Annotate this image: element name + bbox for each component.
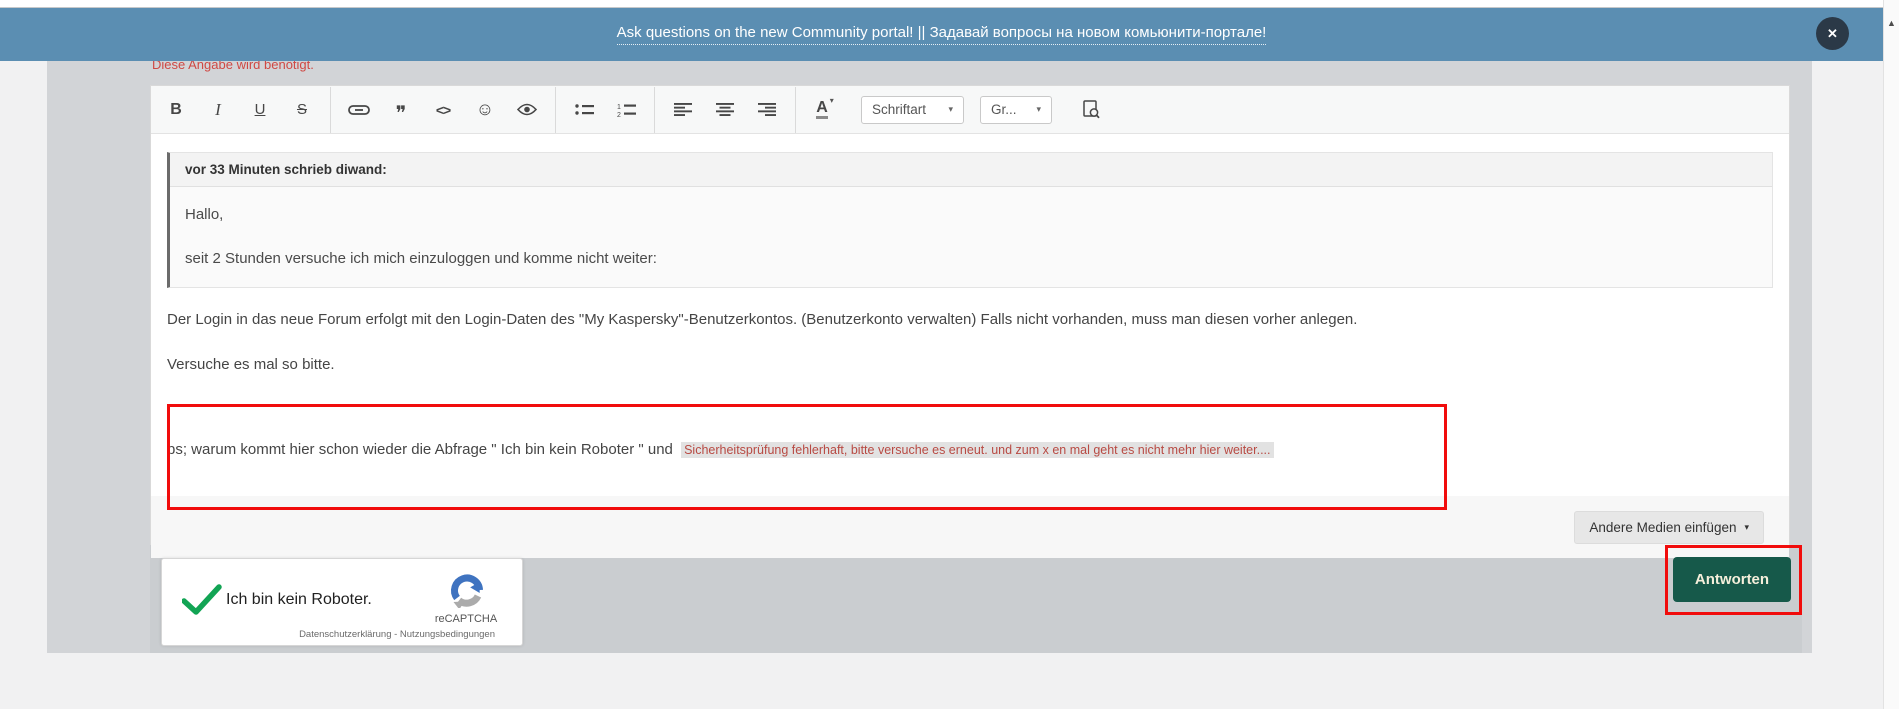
quote-line: seit 2 Stunden versuche ich mich einzulo… bbox=[185, 250, 657, 267]
insert-other-media-label: Andere Medien einfügen bbox=[1589, 519, 1737, 535]
text-color-button[interactable]: A ▾ bbox=[803, 87, 845, 133]
eye-icon bbox=[517, 103, 537, 116]
editor-footer: Andere Medien einfügen ▾ bbox=[151, 496, 1789, 558]
source-view-button[interactable] bbox=[1070, 87, 1112, 133]
close-icon: ✕ bbox=[1827, 25, 1838, 41]
align-left-button[interactable] bbox=[662, 87, 704, 133]
chevron-down-icon: ▾ bbox=[948, 104, 953, 114]
bold-button[interactable]: B bbox=[155, 87, 197, 133]
banner-link[interactable]: Ask questions on the new Community porta… bbox=[616, 24, 1267, 45]
insert-other-media-button[interactable]: Andere Medien einfügen ▾ bbox=[1574, 510, 1764, 544]
font-dropdown[interactable]: Schriftart ▾ bbox=[861, 95, 964, 124]
size-dropdown-label: Gr... bbox=[991, 102, 1017, 117]
ps-text: ps; warum kommt hier schon wieder die Ab… bbox=[167, 441, 673, 458]
chevron-down-icon: ▾ bbox=[1744, 521, 1749, 532]
bullet-list-icon bbox=[574, 104, 594, 115]
checkmark-icon bbox=[182, 584, 222, 615]
align-right-icon bbox=[758, 103, 776, 116]
announcement-banner: Ask questions on the new Community porta… bbox=[0, 8, 1883, 61]
link-button[interactable] bbox=[338, 87, 380, 133]
antworten-button[interactable]: Antworten bbox=[1673, 557, 1791, 602]
toolbar-separator bbox=[654, 86, 655, 133]
editor-content-area[interactable]: vor 33 Minuten schrieb diwand: Hallo, se… bbox=[151, 134, 1789, 496]
reply-paragraph: Der Login in das neue Forum erfolgt mit … bbox=[167, 311, 1358, 328]
reply-paragraph-ps: ps; warum kommt hier schon wieder die Ab… bbox=[167, 441, 1773, 458]
toolbar-separator bbox=[330, 86, 331, 133]
recaptcha-terms-links[interactable]: Datenschutzerklärung - Nutzungsbedingung… bbox=[299, 629, 495, 640]
quote-header: vor 33 Minuten schrieb diwand: bbox=[170, 153, 1772, 187]
align-left-icon bbox=[674, 103, 692, 116]
svg-text:2: 2 bbox=[617, 112, 621, 117]
align-center-button[interactable] bbox=[704, 87, 746, 133]
recaptcha-label: Ich bin kein Roboter. bbox=[226, 591, 372, 608]
close-button[interactable]: ✕ bbox=[1816, 17, 1849, 50]
quote-button[interactable]: ❞ bbox=[380, 91, 422, 137]
scroll-up-arrow[interactable]: ▲ bbox=[1887, 18, 1896, 28]
emoji-button[interactable]: ☺ bbox=[464, 87, 506, 133]
recaptcha-logo-icon bbox=[451, 574, 483, 608]
chevron-down-icon: ▾ bbox=[1036, 104, 1041, 114]
document-search-icon bbox=[1082, 100, 1100, 119]
editor-toolbar: B I U S ❞ <> ☺ 1 2 A ▾ Schriftart ▾ Gr..… bbox=[151, 86, 1789, 134]
preview-button[interactable] bbox=[506, 87, 548, 133]
text-color-letter: A bbox=[816, 100, 828, 119]
underline-button[interactable]: U bbox=[239, 87, 281, 133]
code-button[interactable]: <> bbox=[422, 87, 464, 133]
reply-paragraph: Versuche es mal so bitte. bbox=[167, 356, 335, 373]
recaptcha-widget[interactable]: Ich bin kein Roboter. reCAPTCHA Datensch… bbox=[161, 558, 523, 646]
toolbar-separator bbox=[795, 86, 796, 133]
error-message-text: Sicherheitsprüfung fehlerhaft, bitte ver… bbox=[681, 442, 1274, 458]
bullet-list-button[interactable] bbox=[563, 87, 605, 133]
numbered-list-icon: 1 2 bbox=[617, 104, 636, 117]
align-center-icon bbox=[716, 103, 734, 116]
quoted-message: vor 33 Minuten schrieb diwand: Hallo, se… bbox=[167, 152, 1773, 288]
italic-button[interactable]: I bbox=[197, 87, 239, 133]
link-icon bbox=[348, 104, 370, 115]
page: Ask questions on the new Community porta… bbox=[0, 0, 1899, 709]
quote-line: Hallo, bbox=[185, 206, 224, 223]
scrollbar[interactable]: ▲ bbox=[1883, 0, 1899, 709]
chevron-down-icon: ▾ bbox=[829, 96, 834, 105]
toolbar-separator bbox=[555, 86, 556, 133]
numbered-list-button[interactable]: 1 2 bbox=[605, 87, 647, 133]
recaptcha-brand: reCAPTCHA bbox=[434, 613, 498, 625]
quote-body: Hallo, seit 2 Stunden versuche ich mich … bbox=[170, 187, 1772, 287]
top-strip bbox=[0, 0, 1899, 7]
size-dropdown[interactable]: Gr... ▾ bbox=[980, 95, 1052, 124]
svg-text:1: 1 bbox=[617, 104, 621, 111]
strikethrough-button[interactable]: S bbox=[281, 87, 323, 133]
font-dropdown-label: Schriftart bbox=[872, 102, 927, 117]
rich-text-editor: B I U S ❞ <> ☺ 1 2 A ▾ Schriftart ▾ Gr..… bbox=[150, 85, 1790, 558]
align-right-button[interactable] bbox=[746, 87, 788, 133]
